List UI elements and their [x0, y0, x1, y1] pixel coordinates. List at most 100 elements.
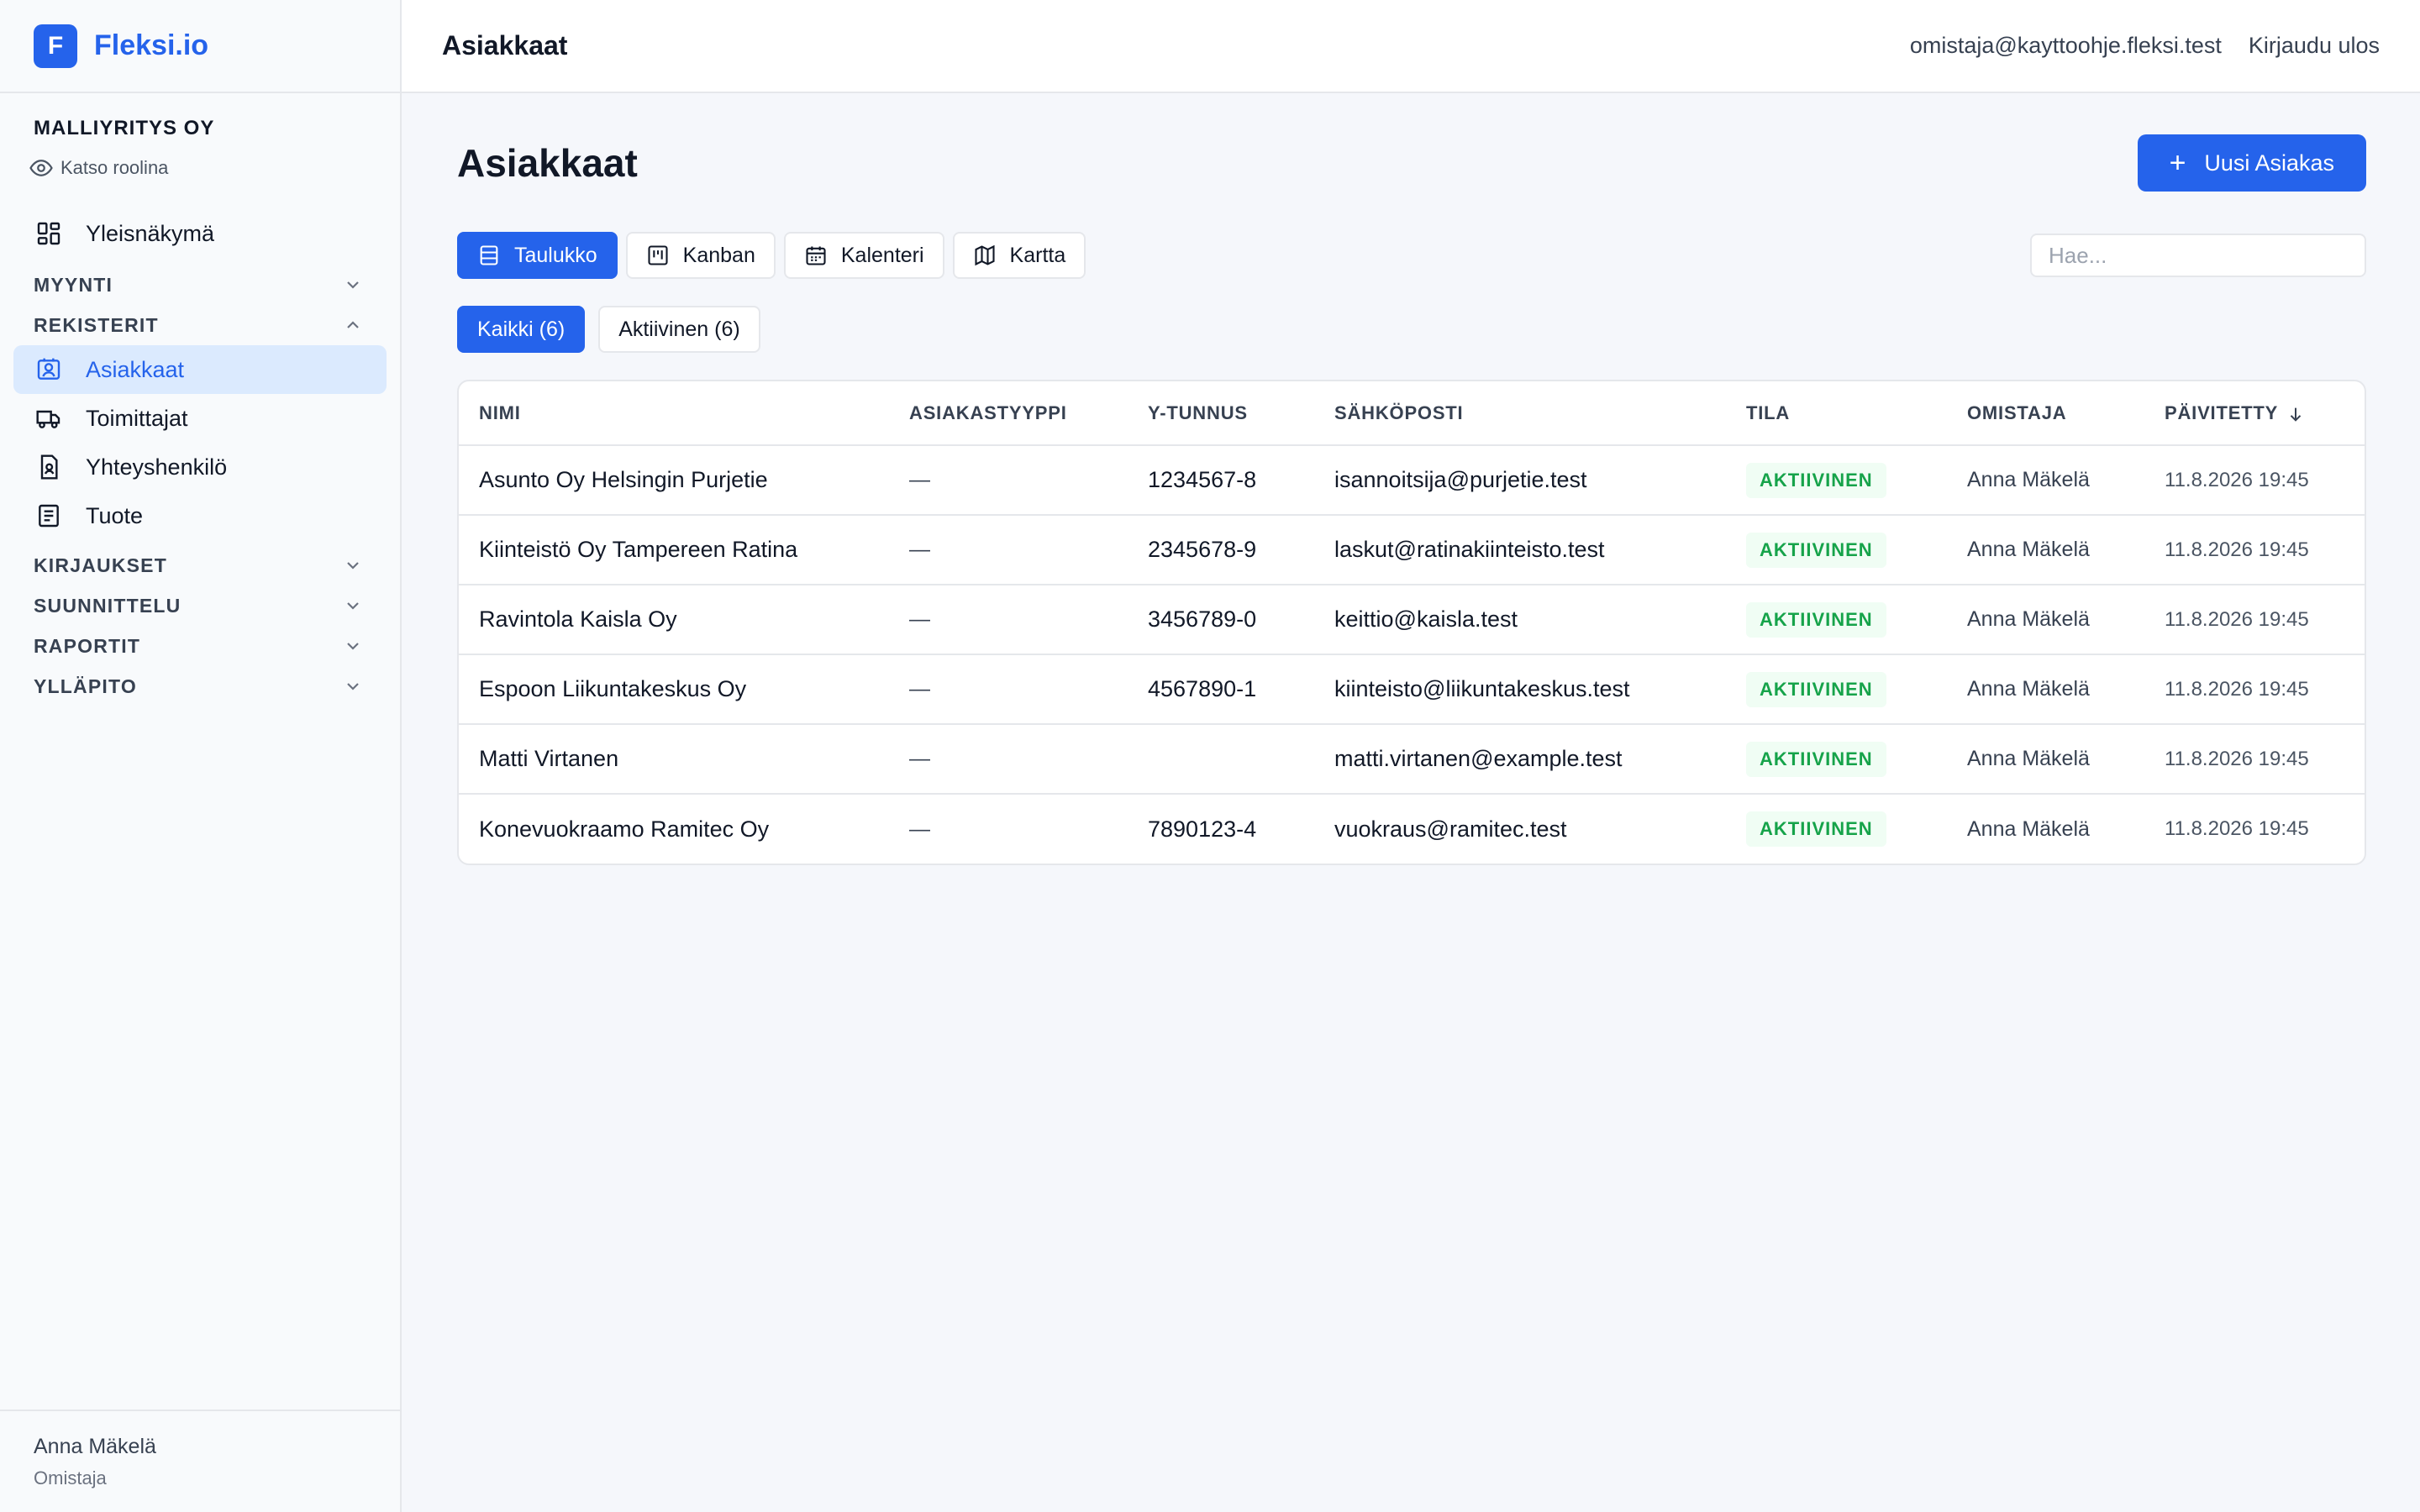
cell-owner: Anna Mäkelä — [1947, 515, 2144, 585]
table-row[interactable]: Matti Virtanen — matti.virtanen@example.… — [459, 724, 2365, 795]
cell-updated: 11.8.2026 19:45 — [2144, 585, 2365, 655]
dashboard-icon — [37, 222, 60, 245]
organization: MALLIYRITYS OY Katso roolina — [0, 93, 400, 181]
cell-owner: Anna Mäkelä — [1947, 445, 2144, 516]
table-row[interactable]: Konevuokraamo Ramitec Oy — 7890123-4 vuo… — [459, 794, 2365, 864]
main-content: Asiakkaat + Uusi Asiakas Taulukko Kanban… — [457, 134, 2366, 865]
column-header-status[interactable]: TILA — [1726, 381, 1947, 446]
page-header: Asiakkaat + Uusi Asiakas — [457, 134, 2366, 192]
nav-item-contacts[interactable]: Yhteyshenkilö — [13, 443, 387, 491]
column-header-name[interactable]: NIMI — [459, 381, 889, 446]
nav-group-yllapito[interactable]: YLLÄPITO — [0, 666, 400, 706]
nav-group-label: KIRJAUKSET — [34, 554, 167, 576]
view-label: Kanban — [682, 243, 755, 267]
filter-all-chip[interactable]: Kaikki (6) — [457, 306, 586, 353]
cell-updated: 11.8.2026 19:45 — [2165, 817, 2309, 840]
search-input[interactable] — [2030, 234, 2366, 277]
cell-status: AKTIIVINEN — [1726, 794, 1947, 864]
customers-icon — [37, 358, 60, 380]
cell-type: — — [889, 585, 1128, 655]
cell-owner: Anna Mäkelä — [1967, 816, 2090, 841]
cell-updated: 11.8.2026 19:45 — [2144, 724, 2365, 795]
top-bar: Asiakkaat omistaja@kayttoohje.fleksi.tes… — [402, 0, 2420, 93]
column-header-type[interactable]: ASIAKASTYYPPI — [889, 381, 1128, 446]
cell-email: isannoitsija@purjetie.test — [1314, 445, 1726, 516]
nav-item-overview[interactable]: Yleisnäkymä — [13, 209, 387, 258]
chevron-down-icon — [347, 602, 359, 610]
cell-business-id — [1128, 724, 1314, 795]
filter-active-chip[interactable]: Aktiivinen (6) — [598, 306, 760, 353]
nav-group-label: RAPORTIT — [34, 634, 141, 657]
nav-group-suunnittelu[interactable]: SUUNNITTELU — [0, 585, 400, 626]
plus-icon: + — [2169, 147, 2186, 179]
cell-business-id: 4567890-1 — [1128, 654, 1314, 725]
chevron-down-icon — [347, 643, 359, 650]
cell-business-id: 3456789-0 — [1128, 585, 1314, 655]
nav-group-myynti[interactable]: MYYNTI — [0, 265, 400, 305]
column-header-email[interactable]: SÄHKÖPOSTI — [1314, 381, 1726, 446]
nav-item-label: Toimittajat — [86, 405, 188, 431]
nav-group-kirjaukset[interactable]: KIRJAUKSET — [0, 545, 400, 585]
user-email: omistaja@kayttoohje.fleksi.test — [1909, 33, 2222, 58]
new-customer-label: Uusi Asiakas — [2204, 150, 2334, 176]
status-filters: Kaikki (6) Aktiivinen (6) — [457, 306, 2366, 353]
truck-icon — [36, 410, 60, 428]
view-calendar-button[interactable]: Kalenteri — [783, 232, 944, 279]
nav-group-rekisterit[interactable]: REKISTERIT — [0, 305, 400, 345]
customers-table: NIMI ASIAKASTYYPPI Y-TUNNUS SÄHKÖPOSTI T… — [459, 381, 2365, 864]
contact-icon — [40, 454, 58, 480]
view-map-button[interactable]: Kartta — [952, 232, 1086, 279]
cell-type: — — [889, 445, 1128, 516]
cell-business-id: 2345678-9 — [1128, 515, 1314, 585]
cell-email: matti.virtanen@example.test — [1314, 724, 1726, 795]
table-row[interactable]: Asunto Oy Helsingin Purjetie — 1234567-8… — [459, 445, 2365, 516]
calendar-icon — [806, 246, 826, 265]
organization-name: MALLIYRITYS OY — [34, 117, 215, 139]
nav-group-raportit[interactable]: RAPORTIT — [0, 626, 400, 666]
view-label: Kartta — [1009, 243, 1066, 267]
view-label: Kalenteri — [840, 243, 924, 267]
new-customer-button[interactable]: + Uusi Asiakas — [2137, 134, 2366, 192]
table-row[interactable]: Ravintola Kaisla Oy — 3456789-0 keittio@… — [459, 585, 2365, 655]
view-as-role-link[interactable]: Katso roolina — [29, 155, 366, 181]
table-row[interactable]: Kiinteistö Oy Tampereen Ratina — 2345678… — [459, 515, 2365, 585]
cell-name: Kiinteistö Oy Tampereen Ratina — [459, 515, 889, 585]
logout-link[interactable]: Kirjaudu ulos — [2249, 33, 2380, 59]
view-switcher: Taulukko Kanban Kalenteri Kartta — [457, 232, 2366, 279]
table-row[interactable]: Espoon Liikuntakeskus Oy — 4567890-1 kii… — [459, 654, 2365, 725]
column-header-owner[interactable]: OMISTAJA — [1947, 381, 2144, 446]
cell-owner: Anna Mäkelä — [1947, 585, 2144, 655]
nav-item-label: Tuote — [86, 502, 144, 528]
status-badge: AKTIIVINEN — [1746, 671, 1886, 707]
current-user: Anna Mäkelä Omistaja — [0, 1410, 400, 1512]
chevron-down-icon — [347, 562, 359, 570]
user-role: Omistaja — [34, 1467, 107, 1488]
cell-name: Matti Virtanen — [459, 724, 889, 795]
nav-item-suppliers[interactable]: Toimittajat — [13, 394, 387, 443]
cell-status: AKTIIVINEN — [1726, 445, 1947, 516]
brand-logo: F — [34, 24, 77, 68]
cell-name: Asunto Oy Helsingin Purjetie — [459, 445, 889, 516]
cell-status: AKTIIVINEN — [1726, 515, 1947, 585]
arrow-down-icon — [2290, 407, 2302, 422]
nav-item-label: Yleisnäkymä — [86, 220, 215, 246]
column-header-updated[interactable]: PÄIVITETTY — [2144, 381, 2365, 446]
list-document-icon — [39, 504, 59, 528]
brand-name: Fleksi.io — [94, 29, 209, 61]
cell-updated: 11.8.2026 19:45 — [2144, 654, 2365, 725]
table-header-row: NIMI ASIAKASTYYPPI Y-TUNNUS SÄHKÖPOSTI T… — [459, 381, 2365, 446]
cell-type: — — [909, 816, 930, 841]
view-table-button[interactable]: Taulukko — [457, 232, 618, 279]
nav-item-customers[interactable]: Asiakkaat — [13, 345, 387, 394]
cell-updated: 11.8.2026 19:45 — [2144, 445, 2365, 516]
view-kanban-button[interactable]: Kanban — [625, 232, 776, 279]
cell-type: — — [889, 515, 1128, 585]
brand[interactable]: F Fleksi.io — [0, 0, 400, 93]
cell-name: Espoon Liikuntakeskus Oy — [459, 654, 889, 725]
cell-owner: Anna Mäkelä — [1947, 654, 2144, 725]
cell-business-id: 7890123-4 — [1148, 816, 1257, 842]
chevron-down-icon — [347, 683, 359, 690]
nav-item-products[interactable]: Tuote — [13, 491, 387, 540]
column-header-business-id[interactable]: Y-TUNNUS — [1128, 381, 1314, 446]
column-header-updated-label: PÄIVITETTY — [2165, 402, 2279, 423]
